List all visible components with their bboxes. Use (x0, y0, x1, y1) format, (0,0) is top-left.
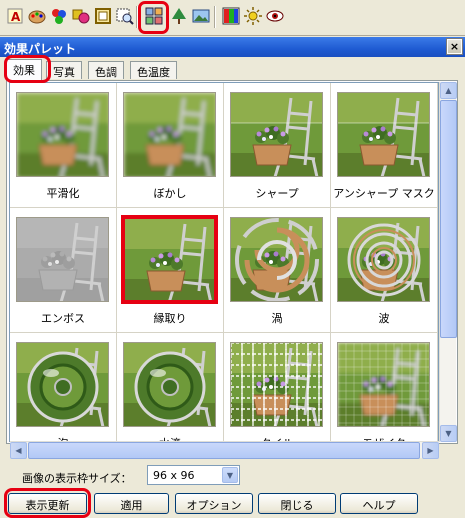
effect-thumbnail[interactable] (337, 342, 430, 427)
effect-cell[interactable]: ぼかし (117, 83, 224, 208)
effect-thumbnail[interactable] (337, 217, 430, 302)
toolbar-separator (214, 6, 216, 28)
thumbnail-size-value: 96 x 96 (153, 469, 195, 482)
effect-label: アンシャープ マスク (333, 187, 435, 200)
effect-thumbnail[interactable] (16, 342, 109, 427)
effect-cell[interactable]: 波 (331, 208, 438, 333)
horizontal-scroll-thumb[interactable] (28, 442, 420, 459)
tab-color-temperature[interactable]: 色温度 (130, 61, 177, 79)
thumbnail-size-label: 画像の表示枠サイズ： (22, 472, 132, 485)
tab-tone[interactable]: 色調 (88, 61, 124, 79)
image-icon[interactable] (190, 5, 212, 27)
color-balls-icon[interactable] (48, 5, 70, 27)
apply-button[interactable]: 適用 (94, 493, 169, 514)
effect-cell[interactable]: タイル (224, 333, 331, 441)
svg-text:A: A (11, 10, 21, 24)
effect-thumbnail[interactable] (16, 92, 109, 177)
text-tool-icon[interactable]: A (4, 5, 26, 27)
tab-highlight-marker (4, 55, 51, 83)
effect-label: 渦 (271, 312, 283, 325)
chevron-down-icon[interactable]: ▼ (222, 467, 238, 483)
main-toolbar: A (0, 0, 465, 36)
zoom-select-icon[interactable] (114, 5, 136, 27)
effect-label: 波 (378, 312, 390, 325)
effect-thumbnail[interactable] (230, 92, 323, 177)
effect-thumbnail[interactable] (230, 342, 323, 427)
tree-icon[interactable] (168, 5, 190, 27)
color-grid-icon[interactable] (220, 5, 242, 27)
eye-icon[interactable] (264, 5, 286, 27)
effect-thumbnail[interactable] (337, 92, 430, 177)
vertical-scroll-thumb[interactable] (440, 100, 457, 338)
effect-cell[interactable]: 泡 (10, 333, 117, 441)
toolbar-highlight-marker (138, 1, 169, 34)
scroll-up-icon[interactable]: ▲ (440, 82, 457, 99)
effect-thumbnail[interactable] (123, 342, 216, 427)
thumbnail-size-select[interactable]: 96 x 96 ▼ (147, 465, 240, 485)
effect-cell[interactable]: シャープ (224, 83, 331, 208)
close-icon[interactable]: × (446, 38, 463, 55)
effect-label: シャープ (255, 187, 299, 200)
effect-cell[interactable]: アンシャープ マスク (331, 83, 438, 208)
effect-cell[interactable]: 水滴 (117, 333, 224, 441)
scroll-right-icon[interactable]: ▶ (422, 442, 439, 459)
shapes-icon[interactable] (70, 5, 92, 27)
help-button[interactable]: ヘルプ (340, 493, 418, 514)
options-button[interactable]: オプション (175, 493, 253, 514)
effects-thumbnail-grid: 平滑化 ぼかし シャープ アンシャープ マスク エンボス 縁取り 渦 波 (9, 82, 439, 442)
effect-cell[interactable]: 渦 (224, 208, 331, 333)
effect-label: エンボス (41, 312, 85, 325)
effect-label: ぼかし (153, 187, 187, 200)
frame-icon[interactable] (92, 5, 114, 27)
tab-photo[interactable]: 写真 (46, 61, 82, 79)
paint-palette-icon[interactable] (26, 5, 48, 27)
effect-label: 平滑化 (46, 187, 80, 200)
palette-title: 効果パレット (4, 42, 77, 56)
effect-cell[interactable]: 平滑化 (10, 83, 117, 208)
vertical-scrollbar[interactable]: ▲ ▼ (439, 82, 457, 442)
scroll-down-icon[interactable]: ▼ (440, 425, 457, 442)
horizontal-scrollbar[interactable]: ◀ ▶ (10, 441, 439, 459)
effect-thumbnail[interactable] (230, 217, 323, 302)
effect-cell[interactable]: エンボス (10, 208, 117, 333)
effect-label: 縁取り (153, 312, 187, 325)
effect-cell[interactable]: 縁取り (117, 208, 224, 333)
scroll-left-icon[interactable]: ◀ (10, 442, 27, 459)
effect-cell[interactable]: モザイク (331, 333, 438, 441)
effect-thumbnail-selected[interactable] (121, 215, 218, 304)
effect-thumbnail[interactable] (123, 92, 216, 177)
close-button[interactable]: 閉じる (258, 493, 336, 514)
palette-titlebar: 効果パレット × (0, 37, 465, 57)
brightness-icon[interactable] (242, 5, 264, 27)
effect-thumbnail[interactable] (16, 217, 109, 302)
button-highlight-marker (4, 488, 91, 518)
